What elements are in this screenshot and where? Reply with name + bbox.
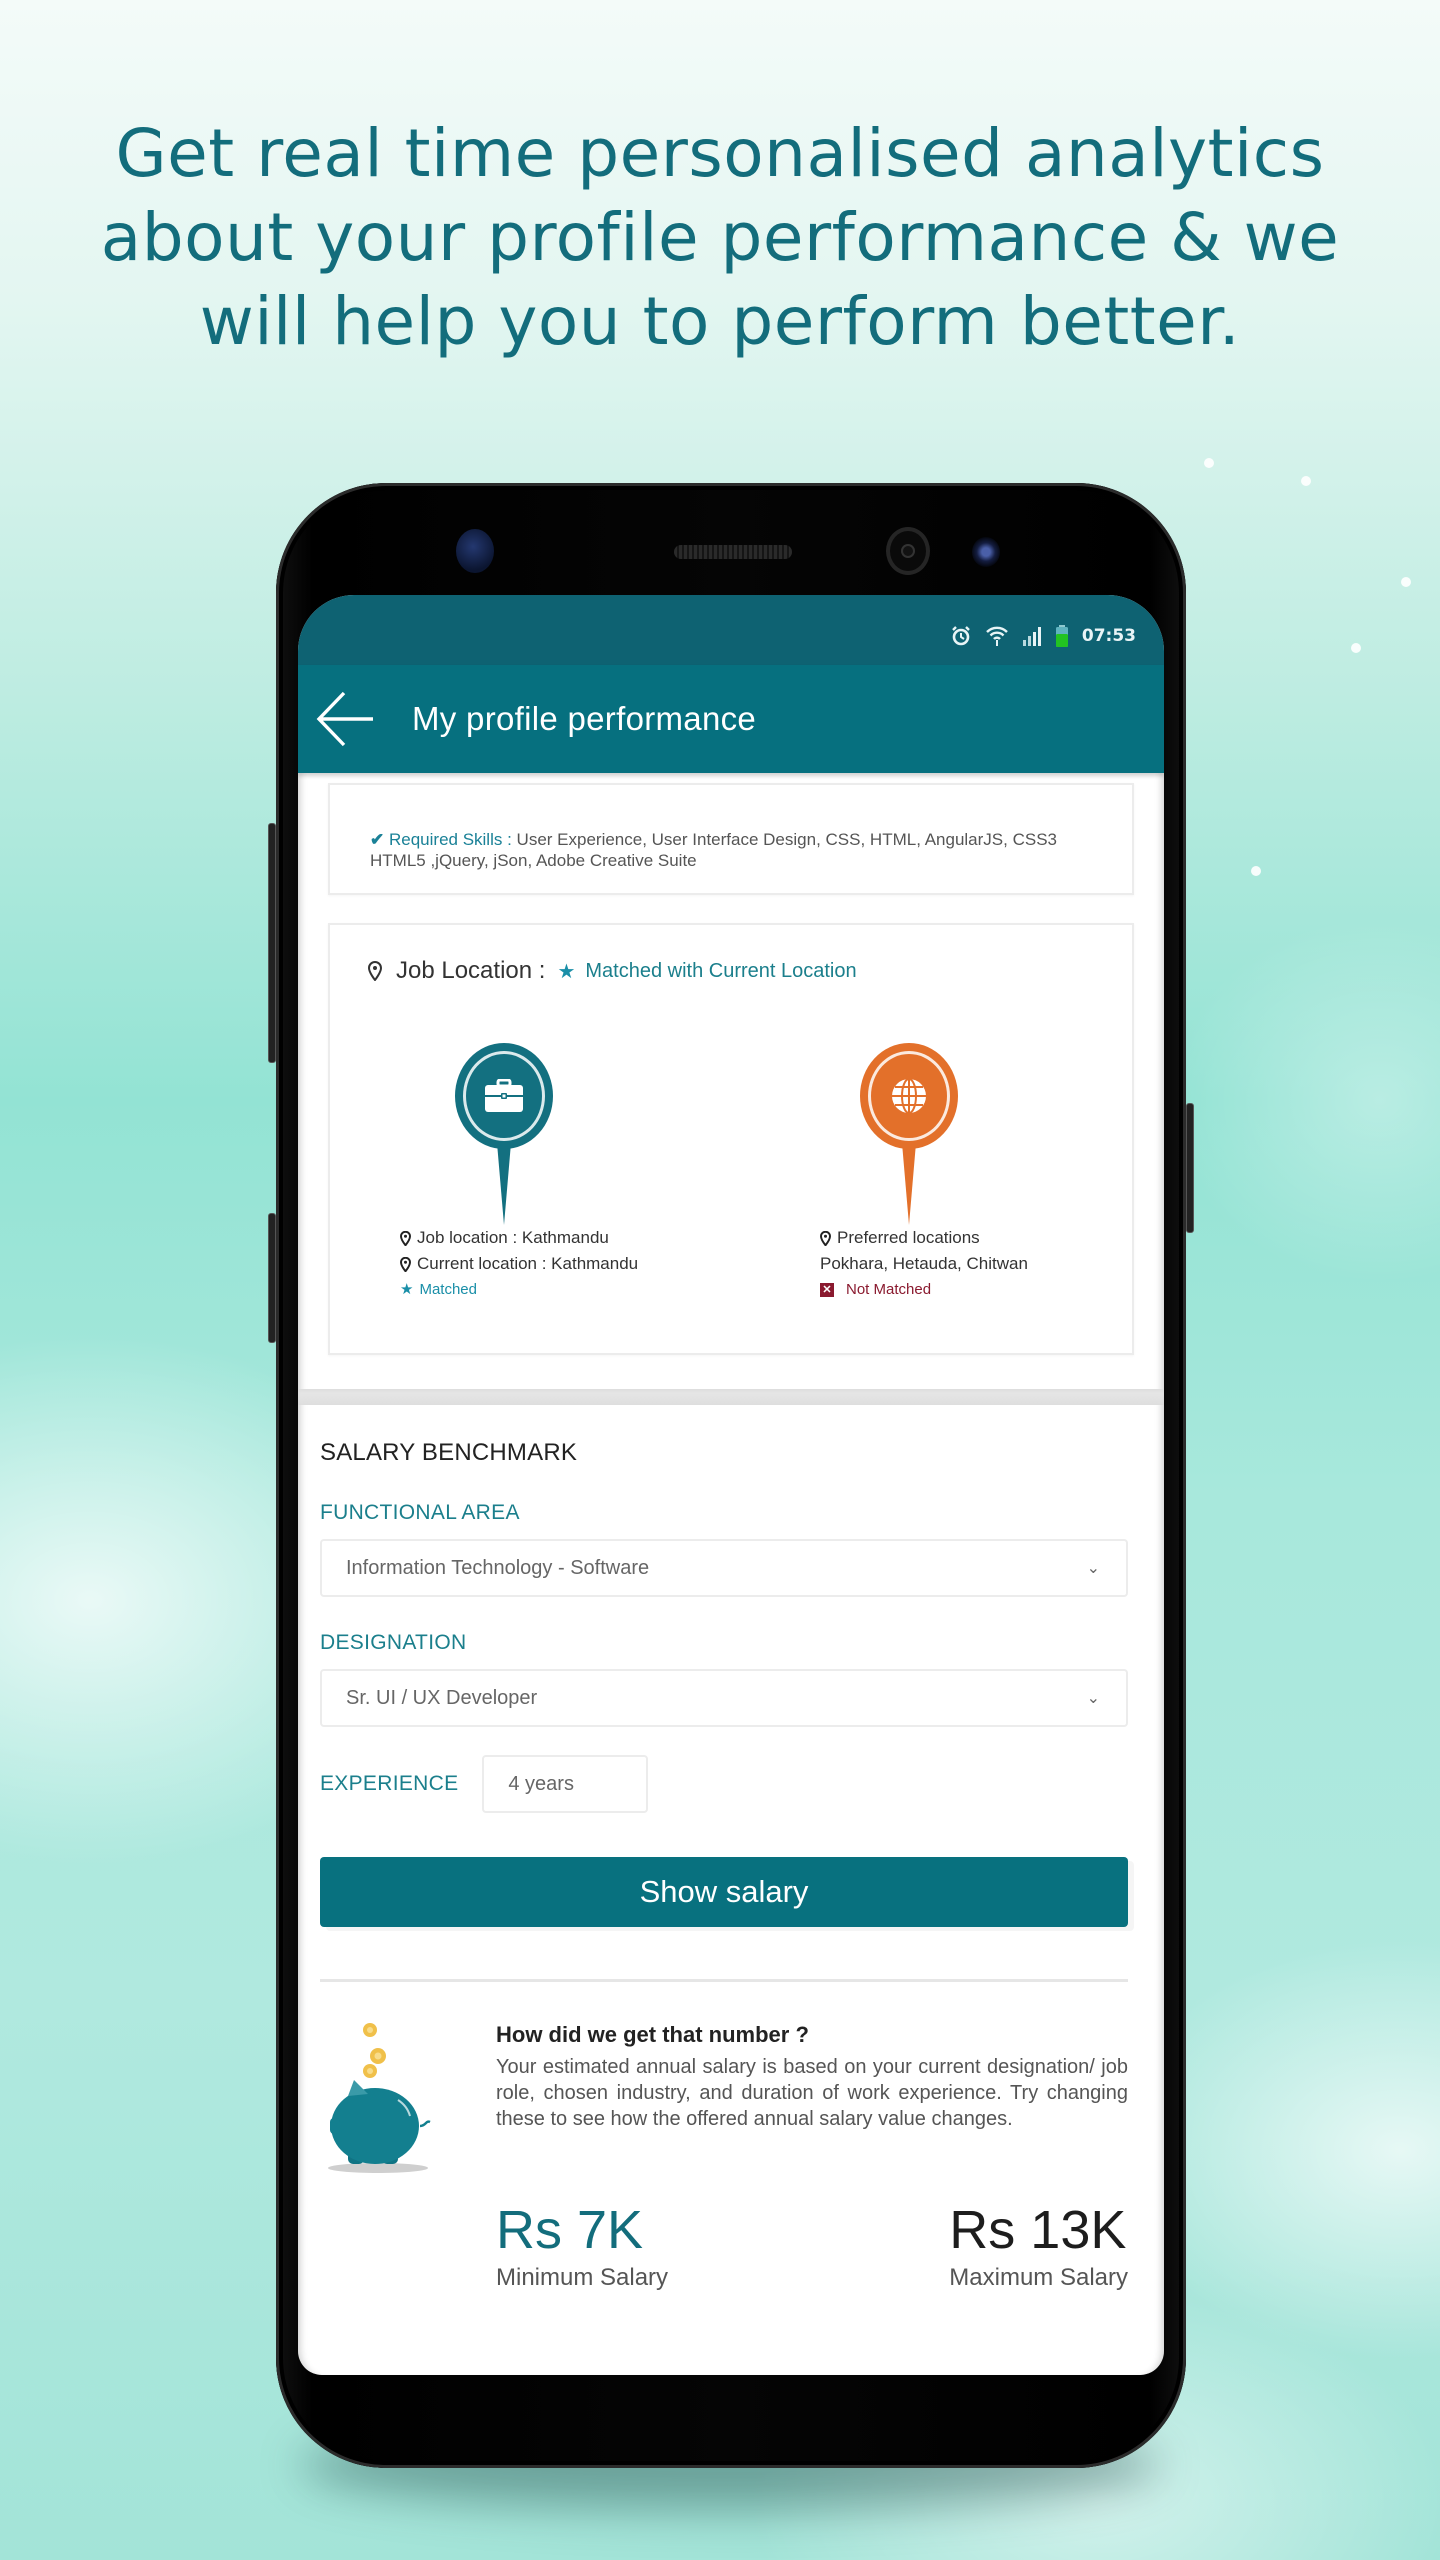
maximum-salary: Rs 13K Maximum Salary	[949, 2198, 1128, 2292]
briefcase-icon	[485, 1079, 523, 1112]
signal-icon	[1022, 626, 1042, 646]
matched-status: Matched	[419, 1281, 477, 1298]
required-skills-line2: HTML5 ,jQuery, jSon, Adobe Creative Suit…	[370, 851, 697, 870]
maximum-salary-label: Maximum Salary	[949, 2264, 1128, 2291]
page-title: My profile performance	[412, 700, 757, 737]
salary-benchmark-section: SALARY BENCHMARK FUNCTIONAL AREA Informa…	[298, 1405, 1164, 2328]
job-location-value: Job location : Kathmandu	[417, 1228, 609, 1247]
designation-select[interactable]: Sr. UI / UX Developer ⌄	[320, 1669, 1128, 1727]
promo-headline: Get real time personalised analytics abo…	[0, 112, 1440, 364]
section-divider	[298, 1389, 1164, 1405]
preferred-location-details: Preferred locations Pokhara, Hetauda, Ch…	[820, 1225, 1028, 1303]
experience-input[interactable]: 4 years	[482, 1755, 649, 1813]
map-pin-icon	[820, 1230, 831, 1246]
check-icon: ✔	[370, 830, 385, 849]
explanation-body: Your estimated annual salary is based on…	[496, 2056, 1128, 2130]
show-salary-button[interactable]: Show salary	[320, 1857, 1128, 1927]
profile-content: ✔ Required Skills : User Experience, Use…	[298, 783, 1164, 1355]
minimum-salary-amount: Rs 7K	[496, 2200, 644, 2260]
proximity-sensor	[972, 537, 1000, 567]
required-skills-label: Required Skills :	[388, 830, 512, 849]
not-matched-status: Not Matched	[846, 1281, 932, 1298]
map-pin-icon	[400, 1230, 411, 1246]
phone-volume-button	[268, 823, 276, 1063]
phone-bixby-button	[268, 1213, 276, 1343]
divider	[320, 1979, 1128, 1982]
phone-frame: 07:53 My profile performance ✔ Required …	[268, 483, 1194, 2468]
alarm-icon	[950, 625, 972, 647]
preferred-locations-value: Pokhara, Hetauda, Chitwan	[820, 1254, 1028, 1273]
wifi-icon	[986, 626, 1008, 646]
current-location-value: Current location : Kathmandu	[417, 1254, 639, 1273]
chevron-down-icon: ⌄	[1086, 1560, 1100, 1577]
battery-icon	[1055, 625, 1068, 647]
job-location-pin	[455, 1043, 553, 1225]
background-sparkle	[1301, 476, 1311, 486]
job-location-card: Job Location : ★ Matched with Current Lo…	[328, 923, 1134, 1355]
headline-line: will help you to perform better.	[199, 283, 1241, 360]
front-camera	[886, 527, 930, 575]
earpiece-speaker	[674, 545, 792, 559]
close-box-icon: ✕	[820, 1283, 834, 1297]
explanation-title: How did we get that number ?	[496, 2022, 809, 2047]
chevron-down-icon: ⌄	[1086, 1690, 1100, 1707]
functional-area-label: FUNCTIONAL AREA	[320, 1501, 520, 1524]
globe-icon	[892, 1078, 926, 1114]
preferred-location-pin	[860, 1043, 958, 1225]
background-sparkle	[1351, 643, 1361, 653]
piggy-bank-icon	[328, 2023, 431, 2173]
preferred-locations-heading: Preferred locations	[837, 1228, 980, 1247]
headline-line: Get real time personalised analytics	[115, 115, 1325, 192]
salary-benchmark-title: SALARY BENCHMARK	[320, 1439, 578, 1466]
job-location-title: Job Location :	[396, 957, 546, 984]
status-time: 07:53	[1081, 626, 1136, 646]
maximum-salary-amount: Rs 13K	[949, 2200, 1127, 2260]
star-icon: ★	[400, 1281, 414, 1298]
salary-range: Rs 7K Minimum Salary Rs 13K Maximum Sala…	[320, 2198, 1128, 2328]
background-sparkle	[1401, 577, 1411, 587]
headline-line: about your profile performance & we	[100, 199, 1340, 276]
experience-label: EXPERIENCE	[320, 1772, 459, 1795]
map-pin-icon	[368, 961, 382, 981]
back-button[interactable]	[310, 684, 380, 754]
job-location-details: Job location : Kathmandu Current locatio…	[400, 1225, 638, 1303]
salary-explanation: How did we get that number ? Your estima…	[320, 2022, 1128, 2192]
required-skills-line1: User Experience, User Interface Design, …	[516, 830, 1057, 849]
arrow-left-icon	[316, 691, 373, 747]
star-icon: ★	[557, 960, 576, 983]
background-sparkle	[1251, 866, 1261, 876]
functional-area-value: Information Technology - Software	[346, 1556, 650, 1579]
functional-area-select[interactable]: Information Technology - Software ⌄	[320, 1539, 1128, 1597]
phone-screen: 07:53 My profile performance ✔ Required …	[298, 595, 1164, 2375]
skills-card: ✔ Required Skills : User Experience, Use…	[328, 783, 1134, 895]
iris-sensor	[456, 529, 494, 573]
minimum-salary-label: Minimum Salary	[496, 2264, 669, 2291]
background-sparkle	[1204, 458, 1214, 468]
designation-label: DESIGNATION	[320, 1631, 467, 1654]
job-location-status: Matched with Current Location	[585, 959, 857, 982]
minimum-salary: Rs 7K Minimum Salary	[496, 2198, 668, 2292]
status-bar: 07:53	[298, 595, 1164, 665]
designation-value: Sr. UI / UX Developer	[346, 1686, 538, 1709]
phone-power-button	[1186, 1103, 1194, 1233]
experience-value: 4 years	[508, 1772, 574, 1795]
app-bar: My profile performance	[298, 665, 1164, 773]
map-pin-icon	[400, 1256, 411, 1272]
